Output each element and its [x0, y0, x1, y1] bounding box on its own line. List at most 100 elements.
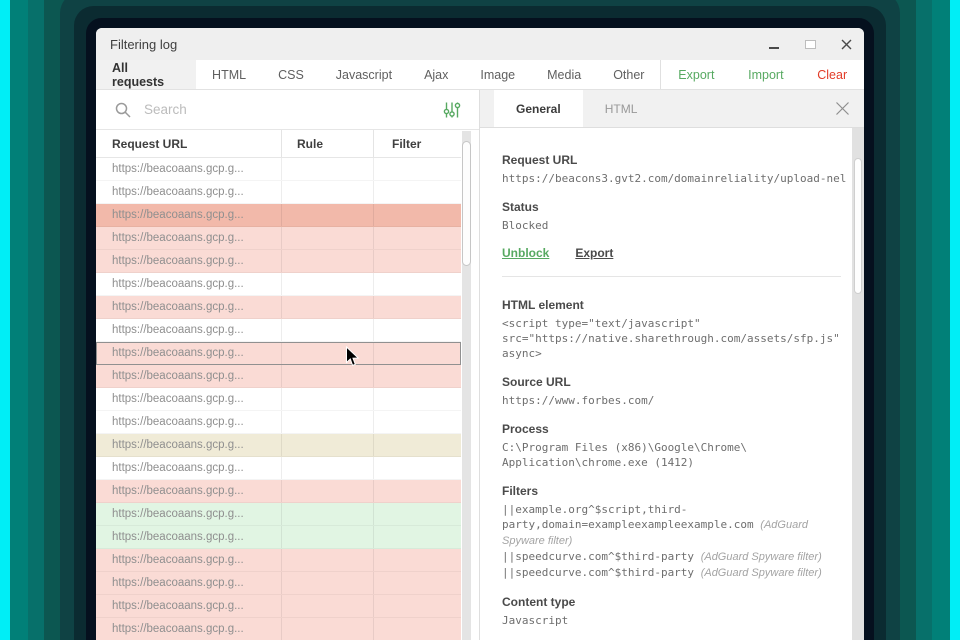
maximize-button[interactable]: [792, 28, 828, 60]
table-row-hovered[interactable]: https://beacoaans.gcp.g...: [96, 342, 461, 365]
details-scrollbar-track[interactable]: [852, 128, 864, 640]
unblock-link[interactable]: Unblock: [502, 246, 549, 260]
tab-ajax[interactable]: Ajax: [408, 60, 464, 89]
request-url-cell: https://beacoaans.gcp.g...: [112, 439, 244, 451]
table-row[interactable]: https://beacoaans.gcp.g...: [96, 296, 461, 319]
table-row[interactable]: https://beacoaans.gcp.g...: [96, 457, 461, 480]
maximize-icon: [804, 39, 816, 49]
filter-cell: [373, 296, 461, 318]
request-url-cell: https://beacoaans.gcp.g...: [112, 186, 244, 198]
search-input[interactable]: [144, 102, 431, 117]
clear-log-button[interactable]: Clear: [817, 68, 847, 82]
column-header-rule: Rule: [281, 130, 373, 157]
section-content-type: Content type Javascript: [502, 594, 841, 628]
window-controls: [756, 28, 864, 60]
filter-list-name: (AdGuard Spyware filter): [700, 567, 822, 579]
tab-css[interactable]: CSS: [262, 60, 320, 89]
rule-cell: [281, 572, 373, 594]
tab-html[interactable]: HTML: [196, 60, 262, 89]
desktop-background: Filtering log All requests HTML CSS Java…: [0, 0, 960, 640]
table-row[interactable]: https://beacoaans.gcp.g...: [96, 158, 461, 181]
rule-cell: [281, 204, 373, 226]
column-header-filter: Filter: [373, 130, 461, 157]
request-url-cell: https://beacoaans.gcp.g...: [112, 301, 244, 313]
filter-cell: [373, 503, 461, 525]
filter-rule: ||example.org^$script,third-party,domain…: [502, 503, 754, 531]
rule-cell: [281, 342, 373, 364]
tab-media[interactable]: Media: [531, 60, 597, 89]
table-scrollbar-thumb[interactable]: [462, 141, 471, 266]
rule-cell: [281, 181, 373, 203]
main-area: Request URL Rule Filter https://beacoaan…: [96, 90, 864, 640]
request-type-tabbar: All requests HTML CSS Javascript Ajax Im…: [96, 60, 864, 90]
export-log-button[interactable]: Export: [678, 68, 714, 82]
minimize-button[interactable]: [756, 28, 792, 60]
source-url-label: Source URL: [502, 375, 571, 389]
filter-cell: [373, 365, 461, 387]
table-row[interactable]: https://beacoaans.gcp.g...: [96, 595, 461, 618]
section-source-url: Source URL https://www.forbes.com/: [502, 374, 841, 408]
tab-image[interactable]: Image: [464, 60, 531, 89]
tab-details-html[interactable]: HTML: [583, 90, 660, 127]
filter-cell: [373, 411, 461, 433]
rule-cell: [281, 227, 373, 249]
rule-cell: [281, 434, 373, 456]
request-url-cell: https://beacoaans.gcp.g...: [112, 531, 244, 543]
table-row[interactable]: https://beacoaans.gcp.g...: [96, 618, 461, 640]
filter-cell: [373, 250, 461, 272]
log-actions: Export Import Clear: [660, 60, 864, 89]
minimize-icon: [769, 47, 779, 49]
request-details-panel: General HTML Request URL https://beacons…: [480, 90, 864, 640]
table-row[interactable]: https://beacoaans.gcp.g...: [96, 250, 461, 273]
table-row[interactable]: https://beacoaans.gcp.g...: [96, 572, 461, 595]
html-element-label: HTML element: [502, 298, 584, 312]
tab-all-requests[interactable]: All requests: [96, 60, 197, 89]
filter-entry: ||speedcurve.com^$third-party (AdGuard S…: [502, 549, 841, 565]
details-scrollbar-thumb[interactable]: [854, 158, 862, 294]
filter-cell: [373, 227, 461, 249]
close-details-button[interactable]: [835, 101, 850, 116]
table-row[interactable]: https://beacoaans.gcp.g...: [96, 204, 461, 227]
request-url-cell: https://beacoaans.gcp.g...: [112, 416, 244, 428]
table-row[interactable]: https://beacoaans.gcp.g...: [96, 503, 461, 526]
table-row[interactable]: https://beacoaans.gcp.g...: [96, 181, 461, 204]
request-url-value: https://beacons3.gvt2.com/domainrelialit…: [502, 172, 847, 185]
request-url-cell: https://beacoaans.gcp.g...: [112, 163, 244, 175]
close-icon: [841, 39, 851, 49]
filter-settings-icon[interactable]: [443, 101, 461, 119]
table-scrollbar-track[interactable]: [462, 131, 471, 640]
close-button[interactable]: [828, 28, 864, 60]
section-status: Status Blocked: [502, 199, 841, 233]
process-label: Process: [502, 422, 549, 436]
rule-cell: [281, 388, 373, 410]
filter-list-name: (AdGuard Spyware filter): [700, 551, 822, 563]
filter-cell: [373, 319, 461, 341]
table-row[interactable]: https://beacoaans.gcp.g...: [96, 388, 461, 411]
filter-cell: [373, 457, 461, 479]
status-value: Blocked: [502, 219, 549, 232]
table-row[interactable]: https://beacoaans.gcp.g...: [96, 273, 461, 296]
rule-cell: [281, 503, 373, 525]
table-header: Request URL Rule Filter: [96, 130, 461, 158]
table-row[interactable]: https://beacoaans.gcp.g...: [96, 549, 461, 572]
details-content: Request URL https://beacons3.gvt2.com/do…: [480, 128, 864, 640]
rule-cell: [281, 273, 373, 295]
filter-cell: [373, 181, 461, 203]
table-row[interactable]: https://beacoaans.gcp.g...: [96, 319, 461, 342]
tab-general[interactable]: General: [494, 90, 583, 127]
table-row[interactable]: https://beacoaans.gcp.g...: [96, 227, 461, 250]
column-header-request-url: Request URL: [112, 136, 188, 151]
tab-other[interactable]: Other: [597, 60, 660, 89]
search-icon: [115, 102, 131, 118]
table-row[interactable]: https://beacoaans.gcp.g...: [96, 365, 461, 388]
table-row[interactable]: https://beacoaans.gcp.g...: [96, 434, 461, 457]
table-row[interactable]: https://beacoaans.gcp.g...: [96, 480, 461, 503]
import-log-button[interactable]: Import: [748, 68, 783, 82]
request-url-cell: https://beacoaans.gcp.g...: [112, 347, 244, 359]
table-row[interactable]: https://beacoaans.gcp.g...: [96, 526, 461, 549]
table-row[interactable]: https://beacoaans.gcp.g...: [96, 411, 461, 434]
tab-javascript[interactable]: Javascript: [320, 60, 408, 89]
request-list-panel: Request URL Rule Filter https://beacoaan…: [96, 90, 480, 640]
html-element-value: <script type="text/javascript" src="http…: [502, 317, 840, 360]
export-request-link[interactable]: Export: [575, 246, 613, 260]
